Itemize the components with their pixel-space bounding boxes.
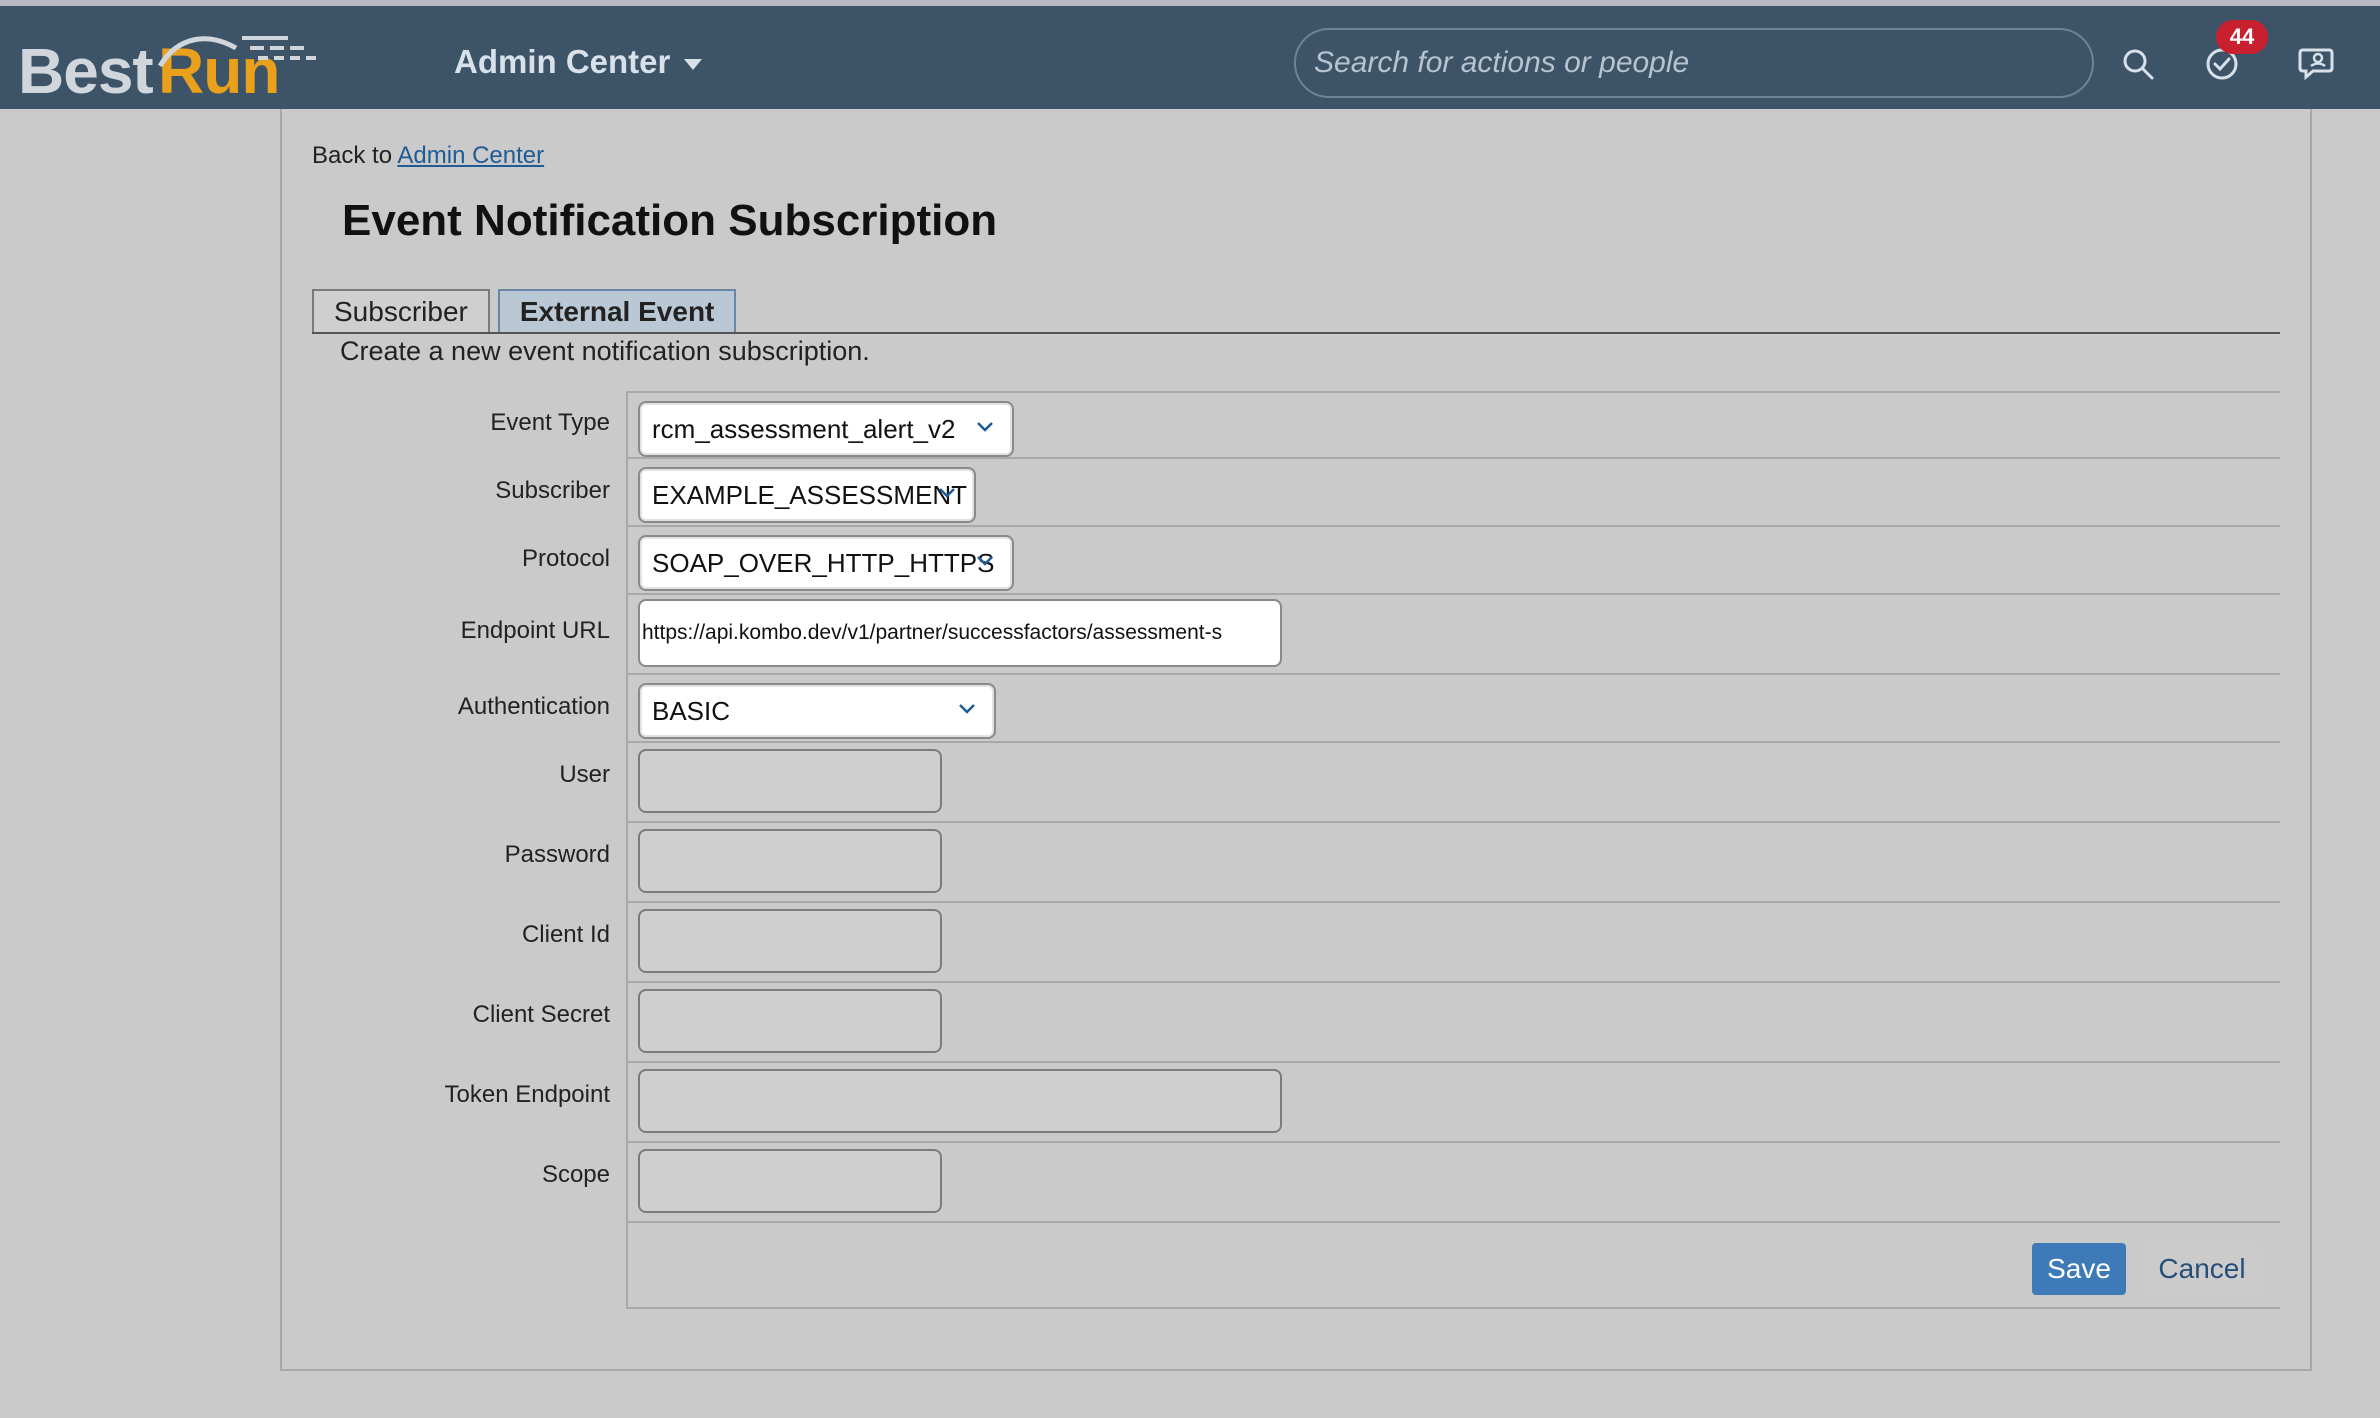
endpoint-url-input[interactable]: https://api.kombo.dev/v1/partner/success…: [638, 599, 1282, 667]
form-row-authentication: Authentication BASIC: [312, 675, 2280, 743]
authentication-value: BASIC: [652, 695, 731, 726]
client-secret-label: Client Secret: [472, 1001, 610, 1028]
event-type-label: Event Type: [490, 409, 610, 436]
form-row-client-secret: Client Secret: [312, 983, 2280, 1063]
client-id-input[interactable]: [638, 909, 942, 973]
token-endpoint-input[interactable]: [638, 1069, 1282, 1133]
cancel-button[interactable]: Cancel: [2144, 1243, 2260, 1295]
protocol-value: SOAP_OVER_HTTP_HTTPS: [652, 547, 995, 578]
tab-external-event[interactable]: External Event: [497, 289, 737, 333]
password-input[interactable]: [638, 829, 942, 893]
subscriber-cell: EXAMPLE_ASSESSMENT: [626, 459, 2280, 527]
form-actions-cell: Save Cancel: [626, 1223, 2280, 1309]
search-icon: [2123, 49, 2154, 80]
subscription-form: Event Type rcm_assessment_alert_v2 Subsc…: [312, 391, 2280, 1309]
user-label: User: [559, 761, 610, 788]
form-row-endpoint-url: Endpoint URL https://api.kombo.dev/v1/pa…: [312, 595, 2280, 675]
protocol-cell: SOAP_OVER_HTTP_HTTPS: [626, 527, 2280, 595]
client-secret-input[interactable]: [638, 989, 942, 1053]
scope-input[interactable]: [638, 1149, 942, 1213]
subscriber-label: Subscriber: [495, 477, 610, 504]
tab-divider: [312, 332, 2280, 334]
event-type-value: rcm_assessment_alert_v2: [652, 413, 956, 444]
chevron-down-icon: [977, 556, 993, 566]
logo-swoosh-icon: [158, 36, 318, 68]
protocol-label: Protocol: [521, 545, 610, 572]
assistant-button[interactable]: [2288, 36, 2344, 92]
client-secret-cell: [626, 983, 2280, 1063]
subscriber-select[interactable]: EXAMPLE_ASSESSMENT: [638, 467, 976, 523]
form-row-token-endpoint: Token Endpoint: [312, 1063, 2280, 1143]
token-endpoint-label: Token Endpoint: [444, 1081, 610, 1108]
authentication-cell: BASIC: [626, 675, 2280, 743]
endpoint-url-cell: https://api.kombo.dev/v1/partner/success…: [626, 595, 2280, 675]
tab-subscriber[interactable]: Subscriber: [312, 289, 490, 333]
authentication-select[interactable]: BASIC: [638, 683, 996, 739]
event-type-select[interactable]: rcm_assessment_alert_v2: [638, 401, 1014, 457]
password-cell: [626, 823, 2280, 903]
user-input[interactable]: [638, 749, 942, 813]
protocol-select[interactable]: SOAP_OVER_HTTP_HTTPS: [638, 535, 1014, 591]
chevron-down-icon: [959, 704, 975, 714]
subscriber-value: EXAMPLE_ASSESSMENT: [652, 479, 967, 510]
admin-center-menu[interactable]: Admin Center: [454, 38, 703, 86]
form-row-password: Password: [312, 823, 2280, 903]
page-title: Event Notification Subscription: [342, 196, 998, 245]
save-button[interactable]: Save: [2032, 1243, 2126, 1295]
scope-label: Scope: [541, 1161, 610, 1188]
form-row-subscriber: Subscriber EXAMPLE_ASSESSMENT: [312, 459, 2280, 527]
chevron-down-icon: [939, 488, 955, 498]
authentication-label: Authentication: [457, 693, 610, 720]
form-row-protocol: Protocol SOAP_OVER_HTTP_HTTPS: [312, 527, 2280, 595]
scope-cell: [626, 1143, 2280, 1223]
token-endpoint-cell: [626, 1063, 2280, 1143]
client-id-cell: [626, 903, 2280, 983]
bestrun-logo[interactable]: Best Run: [18, 22, 338, 107]
form-row-user: User: [312, 743, 2280, 823]
chat-assistant-icon: [2298, 48, 2334, 81]
form-row-client-id: Client Id: [312, 903, 2280, 983]
admin-center-label: Admin Center: [454, 43, 671, 80]
form-row-event-type: Event Type rcm_assessment_alert_v2: [312, 391, 2280, 459]
chevron-down-icon: [977, 422, 993, 432]
search-button[interactable]: [2110, 36, 2166, 92]
event-type-cell: rcm_assessment_alert_v2: [626, 391, 2280, 459]
search-input[interactable]: [1294, 28, 2094, 98]
form-row-scope: Scope: [312, 1143, 2280, 1223]
notification-count-badge: 44: [2216, 20, 2268, 54]
endpoint-url-label: Endpoint URL: [460, 617, 610, 644]
breadcrumb: Back to Admin Center: [312, 142, 544, 170]
breadcrumb-prefix: Back to: [312, 142, 393, 169]
admin-center-link[interactable]: Admin Center: [397, 142, 544, 169]
password-label: Password: [504, 841, 610, 868]
tab-bar: Subscriber External Event: [312, 289, 737, 333]
caret-down-icon: [684, 58, 703, 70]
client-id-label: Client Id: [521, 921, 610, 948]
page-subtitle: Create a new event notification subscrip…: [340, 336, 870, 366]
logo-text-best: Best: [18, 35, 154, 107]
shell-bar: Best Run Admin Center 44: [0, 6, 2380, 109]
user-cell: [626, 743, 2280, 823]
form-actions-row: Save Cancel: [312, 1223, 2280, 1309]
